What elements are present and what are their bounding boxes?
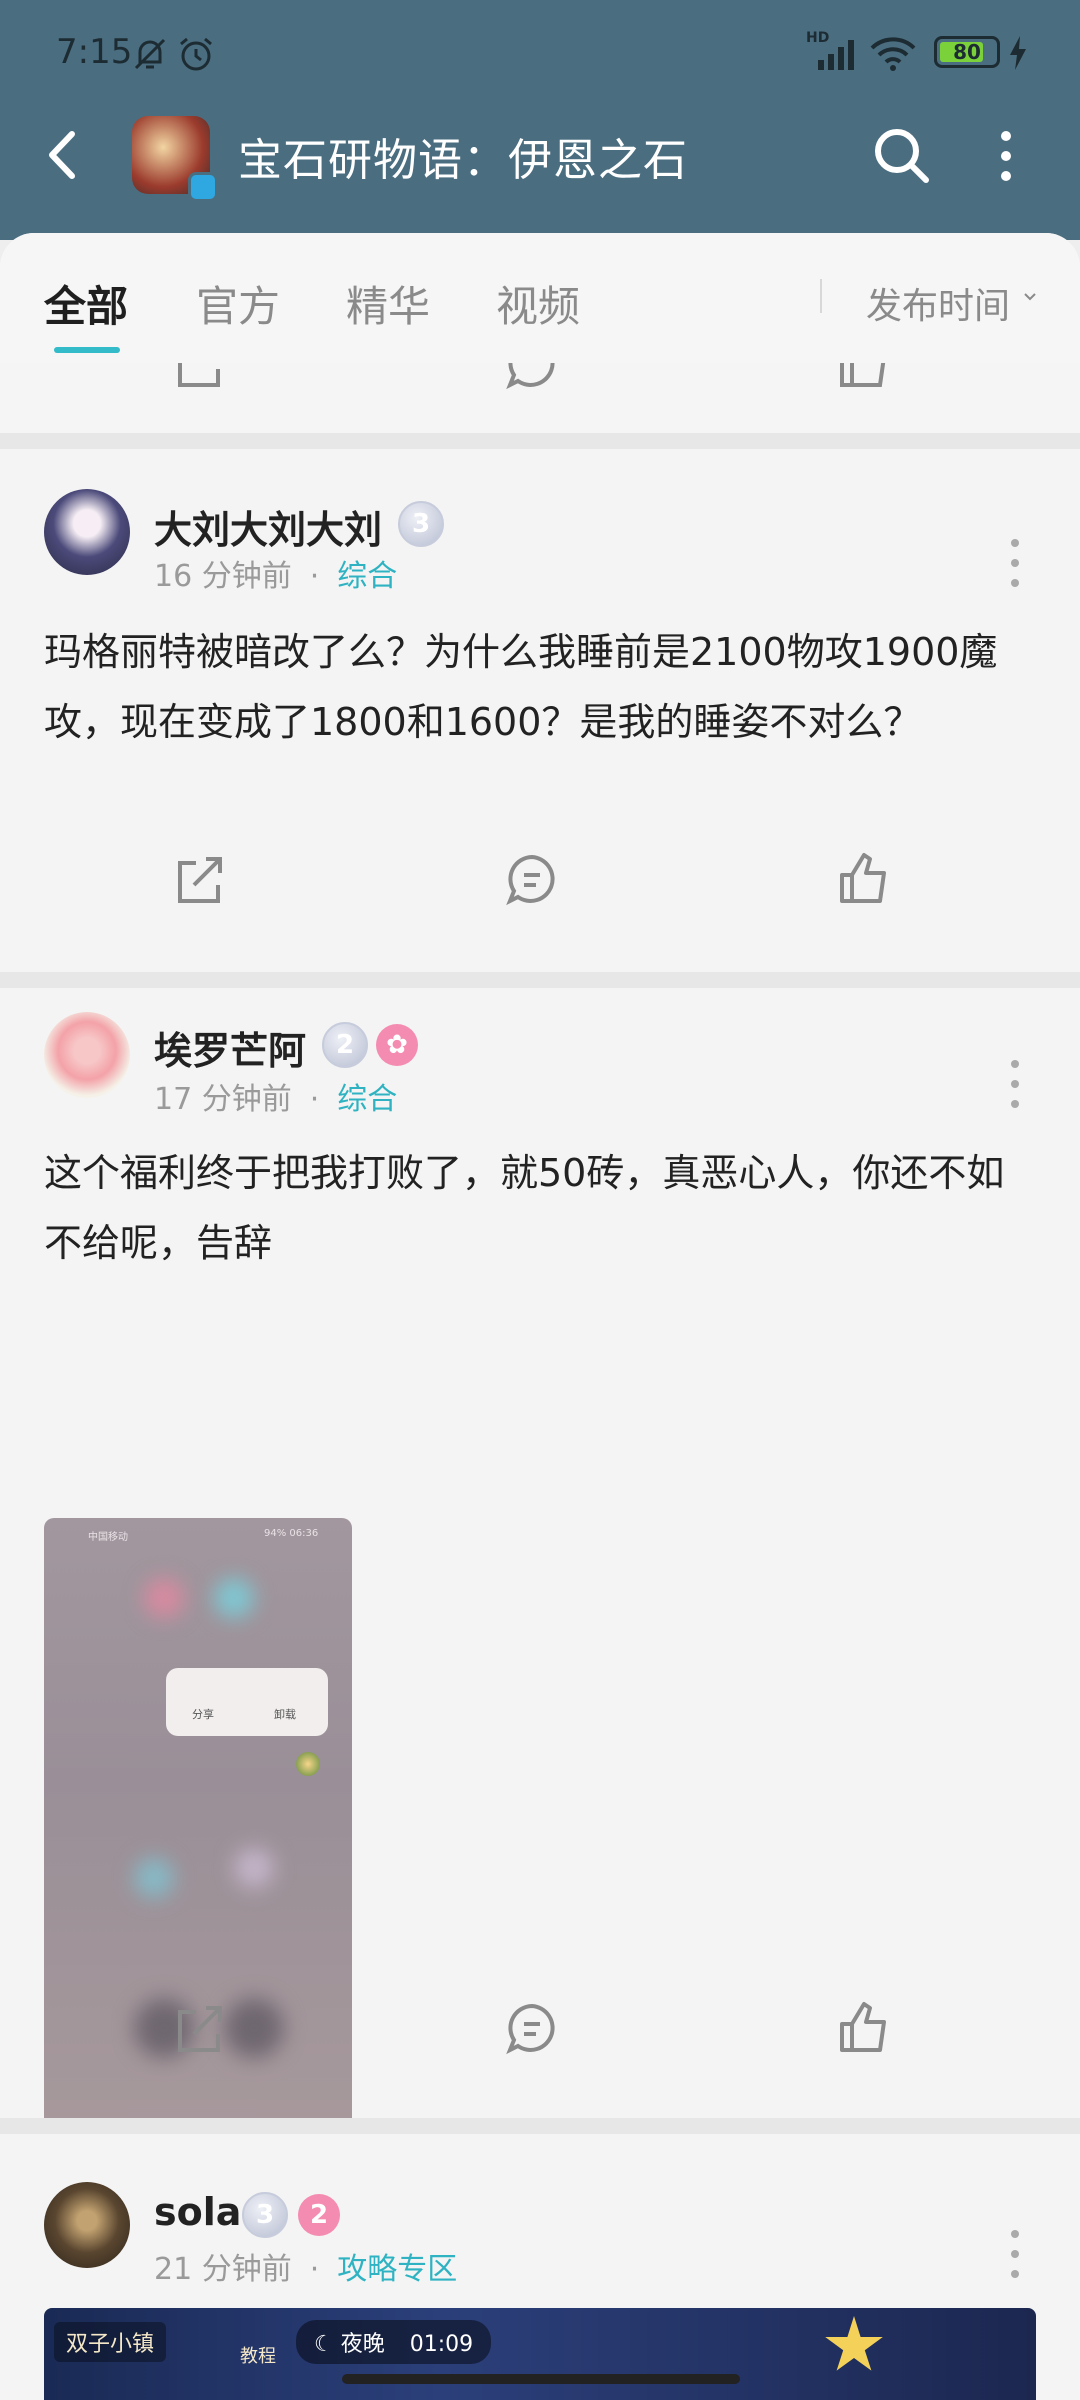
popup-uninstall-label: 卸载 (274, 1708, 296, 1721)
post-card[interactable]: sola 3 2 21 分钟前 · 攻略专区 双子小镇 教程 ☾ 夜晚 01:09 (0, 2134, 1080, 2400)
post-image[interactable]: 中国移动 94% 06:36 分享 卸载 (44, 1518, 352, 2174)
tab-all[interactable]: 全部 (44, 273, 128, 334)
comment-icon[interactable] (502, 363, 562, 393)
more-vertical-icon[interactable] (986, 124, 1026, 188)
post-time: 21 分钟前 (154, 2252, 292, 2287)
banner-level-label: 教程 (240, 2346, 276, 2367)
post-meta: 21 分钟前 · 攻略专区 (154, 2244, 457, 2288)
post-more-icon[interactable] (1000, 533, 1030, 593)
post-time: 16 分钟前 (154, 559, 292, 594)
sort-dropdown[interactable]: 发布时间 (866, 277, 1010, 329)
username[interactable]: 埃罗芒阿 (154, 1020, 306, 1075)
comment-icon[interactable] (502, 849, 562, 909)
moon-icon: ☾ (314, 2332, 341, 2357)
mute-bell-icon (134, 38, 166, 70)
battery-indicator: 80 (934, 36, 1000, 68)
back-arrow-icon[interactable] (38, 120, 88, 190)
meta-separator: · (309, 1082, 320, 1117)
tab-divider (820, 279, 822, 313)
blurred-app-icon (234, 1848, 274, 1888)
bunny-badge-icon: ✿ (376, 1024, 418, 1066)
post-content[interactable]: 这个福利终于把我打败了，就50砖，真恶心人，你还不如不给呢，告辞 (44, 1138, 1034, 1278)
share-icon[interactable] (170, 363, 230, 393)
blurred-app-icon (144, 1578, 184, 1618)
tab-bar: 全部 官方 精华 视频 发布时间 (0, 233, 1080, 363)
bilibili-badge-icon (188, 172, 218, 202)
level-badge: 2 (322, 1022, 368, 1068)
post-category[interactable]: 综合 (337, 559, 397, 594)
status-time: 7:15 (56, 32, 133, 72)
post-time: 17 分钟前 (154, 1082, 292, 1117)
image-status-right: 94% 06:36 (264, 1528, 319, 1539)
post-card[interactable]: 埃罗芒阿 2 ✿ 17 分钟前 · 综合 这个福利终于把我打败了，就50砖，真恶心人… (0, 988, 1080, 2174)
post-separator (0, 433, 1080, 449)
username[interactable]: sola (154, 2190, 241, 2234)
rank-badge: 2 (298, 2194, 340, 2236)
post-separator (0, 2118, 1080, 2134)
page-title: 宝石研物语：伊恩之石 (238, 135, 688, 186)
banner-night-indicator: ☾ 夜晚 01:09 (296, 2320, 492, 2364)
blurred-app-icon (134, 1858, 174, 1898)
username[interactable]: 大刘大刘大刘 (154, 499, 382, 554)
image-status-left: 中国移动 (88, 1532, 128, 1543)
home-indicator (342, 2374, 740, 2384)
wifi-icon (870, 37, 916, 71)
tab-featured[interactable]: 精华 (346, 273, 430, 334)
status-bar: 7:15 HD 80 (0, 22, 1080, 82)
post-meta: 17 分钟前 · 综合 (154, 1074, 397, 1118)
blurred-app-icon (214, 1578, 254, 1618)
share-icon[interactable] (170, 1998, 230, 2058)
post-more-icon[interactable] (1000, 1054, 1030, 1114)
star-icon (825, 2316, 883, 2371)
post-content[interactable]: 玛格丽特被暗改了么？为什么我睡前是2100物攻1900魔攻，现在变成了1800和… (44, 617, 1034, 757)
level-badge: 3 (398, 501, 444, 547)
battery-percent: 80 (953, 40, 981, 64)
popup-share-label: 分享 (192, 1708, 214, 1721)
search-icon[interactable] (870, 124, 934, 188)
post-image[interactable]: 双子小镇 教程 ☾ 夜晚 01:09 (44, 2308, 1036, 2400)
meta-separator: · (309, 559, 320, 594)
blurred-app-icon (224, 1998, 284, 2058)
like-icon[interactable] (834, 1998, 894, 2058)
post-separator (0, 972, 1080, 988)
level-badge: 3 (242, 2192, 288, 2238)
avatar[interactable] (44, 2182, 130, 2268)
app-header: 7:15 HD 80 宝石研物语：伊恩之石 (0, 0, 1080, 240)
alarm-icon (180, 37, 212, 71)
post-meta: 16 分钟前 · 综合 (154, 551, 397, 595)
chevron-down-icon (1024, 293, 1036, 301)
night-label: 夜晚 (340, 2332, 385, 2357)
share-icon[interactable] (170, 849, 230, 909)
avatar[interactable] (44, 1012, 130, 1098)
game-app-icon (296, 1752, 320, 1776)
like-icon[interactable] (834, 363, 894, 393)
banner-location-tag: 双子小镇 (54, 2322, 167, 2362)
post-more-icon[interactable] (1000, 2224, 1030, 2284)
charging-icon (1010, 36, 1026, 70)
context-popup: 分享 卸载 (166, 1668, 328, 1736)
comment-icon[interactable] (502, 1998, 562, 2058)
night-time: 01:09 (409, 2332, 474, 2357)
meta-separator: · (309, 2252, 320, 2287)
tab-official[interactable]: 官方 (196, 273, 280, 334)
post-category[interactable]: 攻略专区 (337, 2252, 457, 2287)
tab-video[interactable]: 视频 (496, 273, 580, 334)
like-icon[interactable] (834, 849, 894, 909)
signal-icon (818, 40, 854, 70)
avatar[interactable] (44, 489, 130, 575)
active-tab-indicator (54, 347, 120, 353)
post-card[interactable]: 大刘大刘大刘 3 16 分钟前 · 综合 玛格丽特被暗改了么？为什么我睡前是2100… (0, 449, 1080, 972)
previous-post-actions (0, 363, 1080, 433)
game-icon[interactable] (132, 116, 218, 202)
post-category[interactable]: 综合 (337, 1082, 397, 1117)
content-panel: 全部 官方 精华 视频 发布时间 大刘大刘大刘 3 16 分钟前 · 综合 玛格… (0, 233, 1080, 2400)
